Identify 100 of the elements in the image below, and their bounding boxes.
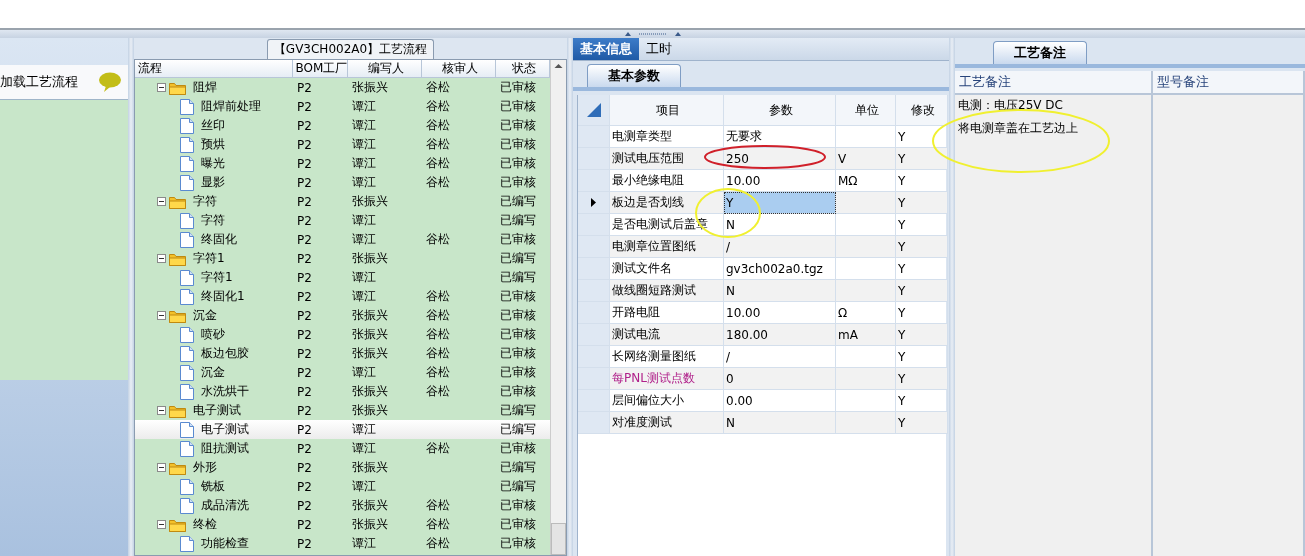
- column-header[interactable]: BOM工厂: [293, 60, 348, 77]
- tree-node-label[interactable]: 字符: [189, 193, 217, 210]
- row-header-cell[interactable]: [578, 148, 610, 170]
- tree-row[interactable]: 水洗烘干 P2 张振兴 谷松 已审核: [135, 382, 550, 401]
- author-cell-text: 谭江: [351, 136, 377, 153]
- tab[interactable]: 基本参数: [587, 64, 681, 87]
- tree-node-label[interactable]: 阻焊: [189, 79, 217, 96]
- document-icon: [180, 155, 194, 172]
- parameter-name: 测试电压范围: [610, 148, 724, 170]
- collapse-icon[interactable]: [157, 311, 166, 320]
- tab[interactable]: 基本信息: [573, 38, 639, 60]
- parameter-value[interactable]: Y: [724, 192, 836, 214]
- row-header-cell[interactable]: [578, 258, 610, 280]
- column-header[interactable]: 工艺备注: [955, 71, 1153, 93]
- tab[interactable]: 工艺备注: [993, 41, 1087, 64]
- tree-node-label[interactable]: 铣板: [197, 478, 225, 495]
- status-cell-text: 已审核: [499, 364, 537, 381]
- tree-row[interactable]: 终固化1 P2 谭江 谷松 已审核: [135, 287, 550, 306]
- tree-row[interactable]: 预烘 P2 谭江 谷松 已审核: [135, 135, 550, 154]
- column-header[interactable]: 型号备注: [1153, 71, 1305, 93]
- row-header-cell[interactable]: [578, 346, 610, 368]
- tree-row[interactable]: 字符 P2 谭江 已编写: [135, 211, 550, 230]
- tree-node-label[interactable]: 水洗烘干: [197, 383, 249, 400]
- folder-icon: [169, 194, 186, 209]
- tree-node-label[interactable]: 成品清洗: [197, 497, 249, 514]
- tree-node-label[interactable]: 阻焊前处理: [197, 98, 261, 115]
- tree-node-label[interactable]: 终固化1: [197, 288, 245, 305]
- tree-row[interactable]: 铣板 P2 谭江 已编写: [135, 477, 550, 496]
- collapse-icon[interactable]: [157, 197, 166, 206]
- row-header-cell[interactable]: [578, 126, 610, 148]
- collapse-icon[interactable]: [157, 254, 166, 263]
- tree-row[interactable]: 电子测试 P2 谭江 已编写: [135, 420, 550, 439]
- reviewer-cell-text: 谷松: [425, 231, 451, 248]
- tree-node-label[interactable]: 终固化: [197, 231, 237, 248]
- tree-row[interactable]: 终固化 P2 谭江 谷松 已审核: [135, 230, 550, 249]
- tree-node-label[interactable]: 沉金: [197, 364, 225, 381]
- tree-node-label[interactable]: 字符1: [189, 250, 225, 267]
- author-cell-text: 谭江: [351, 288, 377, 305]
- tree-node-label[interactable]: 终检: [189, 516, 217, 533]
- column-header[interactable]: 单位: [836, 95, 896, 126]
- parameter-value[interactable]: /: [724, 236, 836, 258]
- column-header[interactable]: 参数: [724, 95, 836, 126]
- tree-node-label[interactable]: 电子测试: [189, 402, 241, 419]
- row-header-cell[interactable]: [578, 302, 610, 324]
- column-header[interactable]: 核审人: [422, 60, 496, 77]
- collapse-icon[interactable]: [157, 406, 166, 415]
- tree-row[interactable]: 曝光 P2 谭江 谷松 已审核: [135, 154, 550, 173]
- tree-row[interactable]: 喷砂 P2 张振兴 谷松 已审核: [135, 325, 550, 344]
- document-icon: [180, 269, 194, 286]
- tree-row[interactable]: 功能检查 P2 谭江 谷松 已审核: [135, 534, 550, 553]
- tree-node-label[interactable]: 沉金: [189, 307, 217, 324]
- row-header-cell[interactable]: [578, 368, 610, 390]
- tree-row[interactable]: 板边包胶 P2 张振兴 谷松 已审核: [135, 344, 550, 363]
- status-cell-text: 已审核: [499, 516, 537, 533]
- tree-node-label[interactable]: 曝光: [197, 155, 225, 172]
- parameter-value[interactable]: N: [724, 412, 836, 434]
- tree-row[interactable]: 丝印 P2 谭江 谷松 已审核: [135, 116, 550, 135]
- parameter-value[interactable]: 0: [724, 368, 836, 390]
- collapse-icon[interactable]: [157, 463, 166, 472]
- parameter-value[interactable]: 180.00: [724, 324, 836, 346]
- row-header-cell[interactable]: [578, 170, 610, 192]
- row-header-cell[interactable]: [578, 192, 610, 214]
- tree-node-label[interactable]: 显影: [197, 174, 225, 191]
- tree-row[interactable]: 成品清洗 P2 张振兴 谷松 已审核: [135, 496, 550, 515]
- column-header[interactable]: 项目: [610, 95, 724, 126]
- tree-row[interactable]: 字符1 P2 谭江 已编写: [135, 268, 550, 287]
- row-header-cell[interactable]: [578, 280, 610, 302]
- scrollbar-thumb[interactable]: [551, 523, 566, 555]
- column-header[interactable]: 流程: [135, 60, 293, 77]
- status-cell-text: 已审核: [499, 79, 537, 96]
- tree-node-label[interactable]: 板边包胶: [197, 345, 249, 362]
- tree-node-label[interactable]: 字符1: [197, 269, 233, 286]
- tree-node-label[interactable]: 功能检查: [197, 535, 249, 552]
- collapse-icon[interactable]: [157, 520, 166, 529]
- tree-row[interactable]: 阻抗测试 P2 谭江 谷松 已审核: [135, 439, 550, 458]
- tree-node-label[interactable]: 字符: [197, 212, 225, 229]
- row-header-cell[interactable]: [578, 390, 610, 412]
- unit-cell: [836, 280, 896, 302]
- author-cell-text: 张振兴: [351, 193, 389, 210]
- column-header[interactable]: 修改: [896, 95, 948, 126]
- row-header-cell[interactable]: [578, 412, 610, 434]
- column-header[interactable]: 编写人: [348, 60, 422, 77]
- tree-node-label[interactable]: 阻抗测试: [197, 440, 249, 457]
- tree-row[interactable]: 显影 P2 谭江 谷松 已审核: [135, 173, 550, 192]
- tree-node-label[interactable]: 丝印: [197, 117, 225, 134]
- row-header-cell[interactable]: [578, 236, 610, 258]
- row-header-cell[interactable]: [578, 214, 610, 236]
- tree-row[interactable]: 沉金 P2 谭江 谷松 已审核: [135, 363, 550, 382]
- author-cell-text: 张振兴: [351, 307, 389, 324]
- tree-row[interactable]: 阻焊前处理 P2 谭江 谷松 已审核: [135, 97, 550, 116]
- row-header-cell[interactable]: [578, 324, 610, 346]
- tree-node-label[interactable]: 电子测试: [197, 421, 249, 438]
- tree-node-label[interactable]: 外形: [189, 459, 217, 476]
- tree-node-label[interactable]: 预烘: [197, 136, 225, 153]
- tab[interactable]: 工时: [639, 38, 679, 60]
- tree-node-label[interactable]: 喷砂: [197, 326, 225, 343]
- parameter-value[interactable]: N: [724, 280, 836, 302]
- corner-triangle-icon: [586, 103, 601, 117]
- collapse-icon[interactable]: [157, 83, 166, 92]
- splitter-handle-icon[interactable]: [622, 31, 683, 37]
